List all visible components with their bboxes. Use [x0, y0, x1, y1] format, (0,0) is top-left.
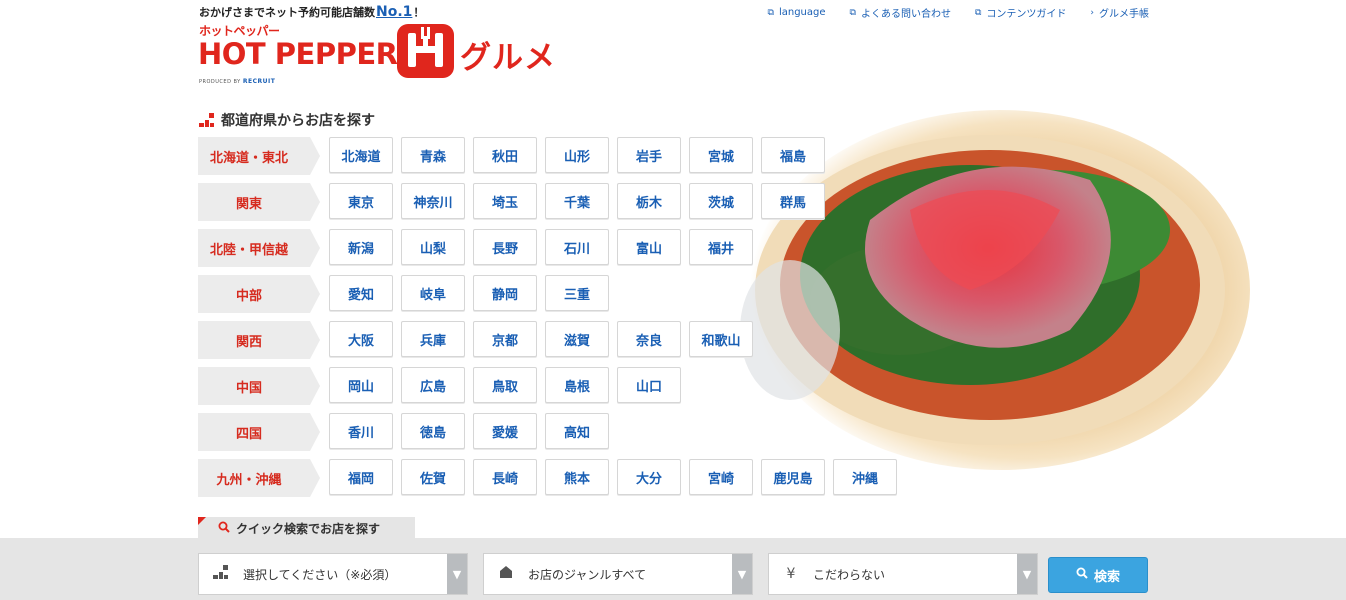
- link-language[interactable]: ⧉ language: [768, 5, 826, 20]
- produced-by: PRODUCED BY RECRUIT: [199, 78, 276, 85]
- pref-button[interactable]: 島根: [545, 367, 609, 403]
- pref-button[interactable]: 長野: [473, 229, 537, 265]
- pref-button[interactable]: 神奈川: [401, 183, 465, 219]
- tagline-no1-link[interactable]: No.1: [376, 4, 412, 20]
- yen-icon: ¥: [786, 566, 796, 582]
- pref-button[interactable]: 鹿児島: [761, 459, 825, 495]
- page: おかげさまでネット予約可能店舗数No.1！ ホットペッパー HOT PEPPER…: [0, 0, 1346, 600]
- region-kanto[interactable]: 関東: [198, 183, 320, 221]
- pref-button[interactable]: 岩手: [617, 137, 681, 173]
- region-kyushu-okinawa[interactable]: 九州・沖縄: [198, 459, 320, 497]
- chevron-down-icon: ▼: [1017, 554, 1037, 594]
- pref-button[interactable]: 静岡: [473, 275, 537, 311]
- external-link-icon: ⧉: [849, 7, 856, 18]
- search-icon: [1076, 567, 1088, 583]
- pref-button[interactable]: 鳥取: [473, 367, 537, 403]
- pref-button[interactable]: 山梨: [401, 229, 465, 265]
- hotpepper-logo[interactable]: ホットペッパー HOT PEPPER グルメ PRODUCED BY RECRU…: [198, 22, 578, 88]
- pref-button[interactable]: 兵庫: [401, 321, 465, 357]
- pref-button[interactable]: 大分: [617, 459, 681, 495]
- region-hokuriku-koshinetsu[interactable]: 北陸・甲信越: [198, 229, 320, 267]
- external-link-icon: ⧉: [974, 7, 982, 18]
- pref-button[interactable]: 和歌山: [689, 321, 753, 357]
- pref-button[interactable]: 福岡: [329, 459, 393, 495]
- pref-button[interactable]: 山口: [617, 367, 681, 403]
- pref-button[interactable]: 岐阜: [401, 275, 465, 311]
- chevron-down-icon: ▼: [732, 554, 752, 594]
- external-link-icon: ⧉: [767, 7, 774, 18]
- tagline-suffix: ！: [413, 6, 425, 19]
- area-select[interactable]: 選択してください（※必須） ▼: [198, 553, 468, 595]
- pref-button[interactable]: 千葉: [545, 183, 609, 219]
- pref-button[interactable]: 宮城: [689, 137, 753, 173]
- shop-icon: [484, 565, 528, 583]
- pref-button[interactable]: 埼玉: [473, 183, 537, 219]
- quick-search-tab: クイック検索でお店を探す: [198, 517, 415, 540]
- region-chugoku[interactable]: 中国: [198, 367, 320, 405]
- pref-button[interactable]: 宮崎: [689, 459, 753, 495]
- pref-button[interactable]: 愛知: [329, 275, 393, 311]
- map-pin-icon: [199, 112, 215, 128]
- pref-button[interactable]: 山形: [545, 137, 609, 173]
- pref-button[interactable]: 福井: [689, 229, 753, 265]
- link-gurume-techo[interactable]: › グルメ手帳: [1090, 5, 1149, 21]
- chevron-down-icon: ▼: [447, 554, 467, 594]
- prefecture-search-title: 都道府県からお店を探す: [199, 110, 375, 130]
- pref-button[interactable]: 東京: [329, 183, 393, 219]
- logo-wordmark: HOT PEPPER: [198, 37, 398, 71]
- pref-button[interactable]: 徳島: [401, 413, 465, 449]
- pref-button[interactable]: 富山: [617, 229, 681, 265]
- logo-badge-icon: [397, 24, 454, 78]
- link-content-guide[interactable]: ⧉ コンテンツガイド: [974, 5, 1066, 21]
- area-map-icon: [199, 564, 243, 584]
- search-button[interactable]: 検索: [1048, 557, 1148, 593]
- pref-button[interactable]: 秋田: [473, 137, 537, 173]
- chevron-right-icon: ›: [1090, 7, 1094, 18]
- pref-button[interactable]: 岡山: [329, 367, 393, 403]
- tagline-text: おかげさまでネット予約可能店舗数: [199, 6, 375, 19]
- pref-button[interactable]: 新潟: [329, 229, 393, 265]
- pref-button[interactable]: 栃木: [617, 183, 681, 219]
- tagline: おかげさまでネット予約可能店舗数No.1！: [199, 4, 424, 20]
- pref-button[interactable]: 石川: [545, 229, 609, 265]
- pref-button[interactable]: 長崎: [473, 459, 537, 495]
- pref-button[interactable]: 香川: [329, 413, 393, 449]
- pref-button[interactable]: 京都: [473, 321, 537, 357]
- search-icon: [218, 521, 230, 536]
- pref-button[interactable]: 佐賀: [401, 459, 465, 495]
- pref-button[interactable]: 三重: [545, 275, 609, 311]
- pref-button[interactable]: 沖縄: [833, 459, 897, 495]
- pref-button[interactable]: 滋賀: [545, 321, 609, 357]
- pref-button[interactable]: 奈良: [617, 321, 681, 357]
- pref-button[interactable]: 群馬: [761, 183, 825, 219]
- pref-button[interactable]: 福島: [761, 137, 825, 173]
- region-shikoku[interactable]: 四国: [198, 413, 320, 451]
- genre-select[interactable]: お店のジャンルすべて ▼: [483, 553, 753, 595]
- pref-button[interactable]: 広島: [401, 367, 465, 403]
- logo-gurume: グルメ: [460, 40, 556, 76]
- region-hokkaido-tohoku[interactable]: 北海道・東北: [198, 137, 320, 175]
- budget-select[interactable]: ¥ こだわらない ▼: [768, 553, 1038, 595]
- header-links: ⧉ language ⧉ よくある問い合わせ ⧉ コンテンツガイド › グルメ手帳: [768, 5, 1149, 20]
- region-kansai[interactable]: 関西: [198, 321, 320, 359]
- pref-button[interactable]: 青森: [401, 137, 465, 173]
- pref-button[interactable]: 熊本: [545, 459, 609, 495]
- pref-button[interactable]: 愛媛: [473, 413, 537, 449]
- region-chubu[interactable]: 中部: [198, 275, 320, 313]
- pref-button[interactable]: 北海道: [329, 137, 393, 173]
- pref-button[interactable]: 茨城: [689, 183, 753, 219]
- pref-button[interactable]: 大阪: [329, 321, 393, 357]
- pref-button[interactable]: 高知: [545, 413, 609, 449]
- link-faq[interactable]: ⧉ よくある問い合わせ: [849, 5, 951, 21]
